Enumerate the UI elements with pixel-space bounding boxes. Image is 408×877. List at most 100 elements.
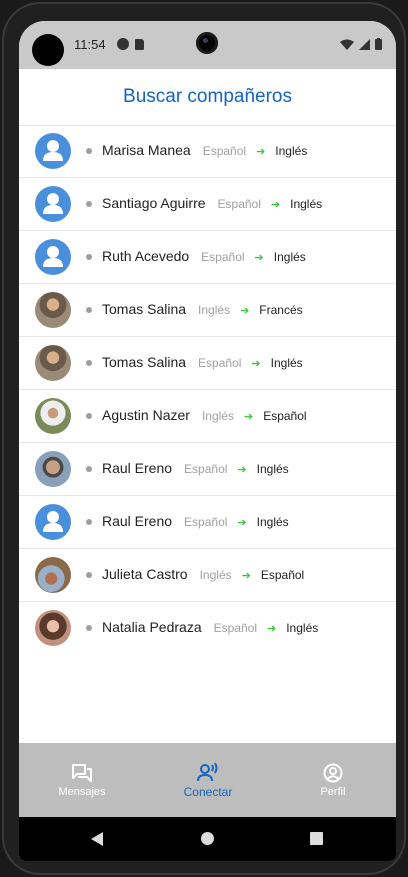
page-header: Buscar compañeros [19, 69, 396, 126]
nav-mensajes[interactable]: Mensajes [19, 743, 145, 817]
back-icon[interactable] [91, 832, 103, 846]
nav-conectar[interactable]: Conectar [145, 743, 271, 817]
language-to: Inglés [256, 515, 289, 529]
partner-name: Julieta Castro [102, 566, 188, 582]
online-status-dot [86, 519, 92, 525]
partner-name: Agustin Nazer [102, 407, 190, 423]
avatar [35, 239, 71, 275]
language-to: Inglés [270, 356, 303, 370]
nav-label: Mensajes [58, 785, 106, 798]
chat-icon [72, 763, 92, 782]
online-status-dot [86, 254, 92, 260]
partner-list: Marisa Manea Español ➔ Inglés Santiago Agui… [19, 125, 396, 654]
language-from: Español [184, 462, 228, 476]
status-time: 11:54 [74, 37, 106, 52]
language-from: Español [202, 144, 247, 158]
language-to: Inglés [290, 197, 323, 211]
language-to: Español [263, 409, 307, 423]
arrow-right-icon: ➔ [256, 145, 266, 158]
avatar-photo [35, 610, 71, 646]
avatar-photo [35, 398, 71, 434]
sd-card-icon [135, 39, 144, 50]
partner-row[interactable]: Tomas Salina Español ➔ Inglés [19, 337, 396, 390]
partner-row[interactable]: Natalia Pedraza Español ➔ Inglés [19, 602, 396, 654]
online-status-dot [86, 572, 92, 578]
partner-name: Tomas Salina [102, 354, 187, 370]
partner-row[interactable]: Agustin Nazer Inglés ➔ Español [19, 390, 396, 443]
default-user-icon [43, 193, 63, 214]
app-notification-icon [117, 38, 129, 50]
partner-row[interactable]: Raul Ereno Español ➔ Inglés [19, 496, 396, 549]
camera-cutout [32, 34, 64, 66]
partner-row[interactable]: Santiago Aguirre Español ➔ Inglés [19, 178, 396, 231]
online-status-dot [86, 201, 92, 207]
partner-name: Raul Ereno [102, 513, 173, 529]
device-frame: 11:54 Buscar compañeros Marisa ManeaEsp [2, 2, 406, 875]
language-from: Español [217, 197, 261, 211]
arrow-right-icon: ➔ [251, 357, 261, 370]
language-to: Inglés [275, 144, 308, 158]
default-user-icon [43, 140, 63, 161]
nav-label: Conectar [183, 784, 233, 799]
arrow-right-icon: ➔ [270, 198, 281, 211]
connect-icon [197, 761, 218, 781]
arrow-right-icon: ➔ [241, 569, 251, 582]
default-user-icon [43, 511, 63, 532]
online-status-dot [86, 307, 92, 313]
online-status-dot [86, 360, 92, 366]
battery-icon [375, 38, 382, 50]
partner-name: Tomas Salina [102, 301, 187, 317]
language-from: Inglés [201, 409, 234, 423]
partner-name: Santiago Aguirre [102, 195, 206, 211]
signal-icon [359, 38, 370, 50]
language-from: Inglés [198, 303, 231, 317]
arrow-right-icon: ➔ [240, 304, 250, 317]
partner-name: Natalia Pedraza [102, 619, 202, 635]
avatar-photo [35, 345, 71, 381]
online-status-dot [86, 413, 92, 419]
bottom-navigation: Mensajes Conectar Perfil [19, 743, 396, 817]
language-to: Inglés [273, 250, 306, 264]
language-from: Español [201, 250, 245, 264]
language-to: Francés [259, 303, 303, 317]
language-to: Inglés [256, 462, 289, 476]
partner-row[interactable]: Tomas Salina Inglés ➔ Francés [19, 284, 396, 337]
home-icon[interactable] [201, 832, 214, 845]
avatar-photo [35, 557, 71, 593]
partner-name: Raul Ereno [102, 460, 173, 476]
partner-name: Marisa Manea [102, 142, 191, 158]
avatar-photo [35, 292, 71, 328]
nav-perfil[interactable]: Perfil [270, 743, 396, 817]
profile-icon [323, 763, 343, 782]
avatar [35, 504, 71, 540]
arrow-right-icon: ➔ [237, 463, 247, 476]
language-to: Español [260, 568, 305, 582]
nav-label: Perfil [320, 785, 346, 798]
online-status-dot [86, 625, 92, 631]
partner-row[interactable]: Ruth Acevedo Español ➔ Inglés [19, 231, 396, 284]
language-from: Inglés [199, 568, 232, 582]
page-title: Buscar compañeros [123, 86, 292, 107]
language-to: Inglés [286, 621, 319, 635]
arrow-right-icon: ➔ [254, 251, 264, 264]
arrow-right-icon: ➔ [243, 410, 254, 423]
partner-row[interactable]: Raul Ereno Español ➔ Inglés [19, 443, 396, 496]
avatar [35, 133, 71, 169]
front-camera [196, 32, 218, 54]
online-status-dot [86, 148, 92, 154]
online-status-dot [86, 466, 92, 472]
arrow-right-icon: ➔ [267, 622, 277, 635]
status-bar: 11:54 [19, 21, 396, 69]
language-from: Español [213, 621, 257, 635]
avatar-photo [35, 451, 71, 487]
system-navigation-bar [19, 817, 396, 861]
wifi-icon [340, 39, 354, 50]
phone-screen: 11:54 Buscar compañeros Marisa ManeaEsp [19, 21, 396, 861]
recent-apps-icon[interactable] [310, 832, 323, 845]
language-from: Español [184, 515, 228, 529]
partner-row[interactable]: Julieta Castro Inglés ➔ Español [19, 549, 396, 602]
default-user-icon [43, 246, 63, 267]
language-from: Español [198, 356, 242, 370]
partner-row[interactable]: Marisa Manea Español ➔ Inglés [19, 125, 396, 178]
partner-name: Ruth Acevedo [102, 248, 190, 264]
